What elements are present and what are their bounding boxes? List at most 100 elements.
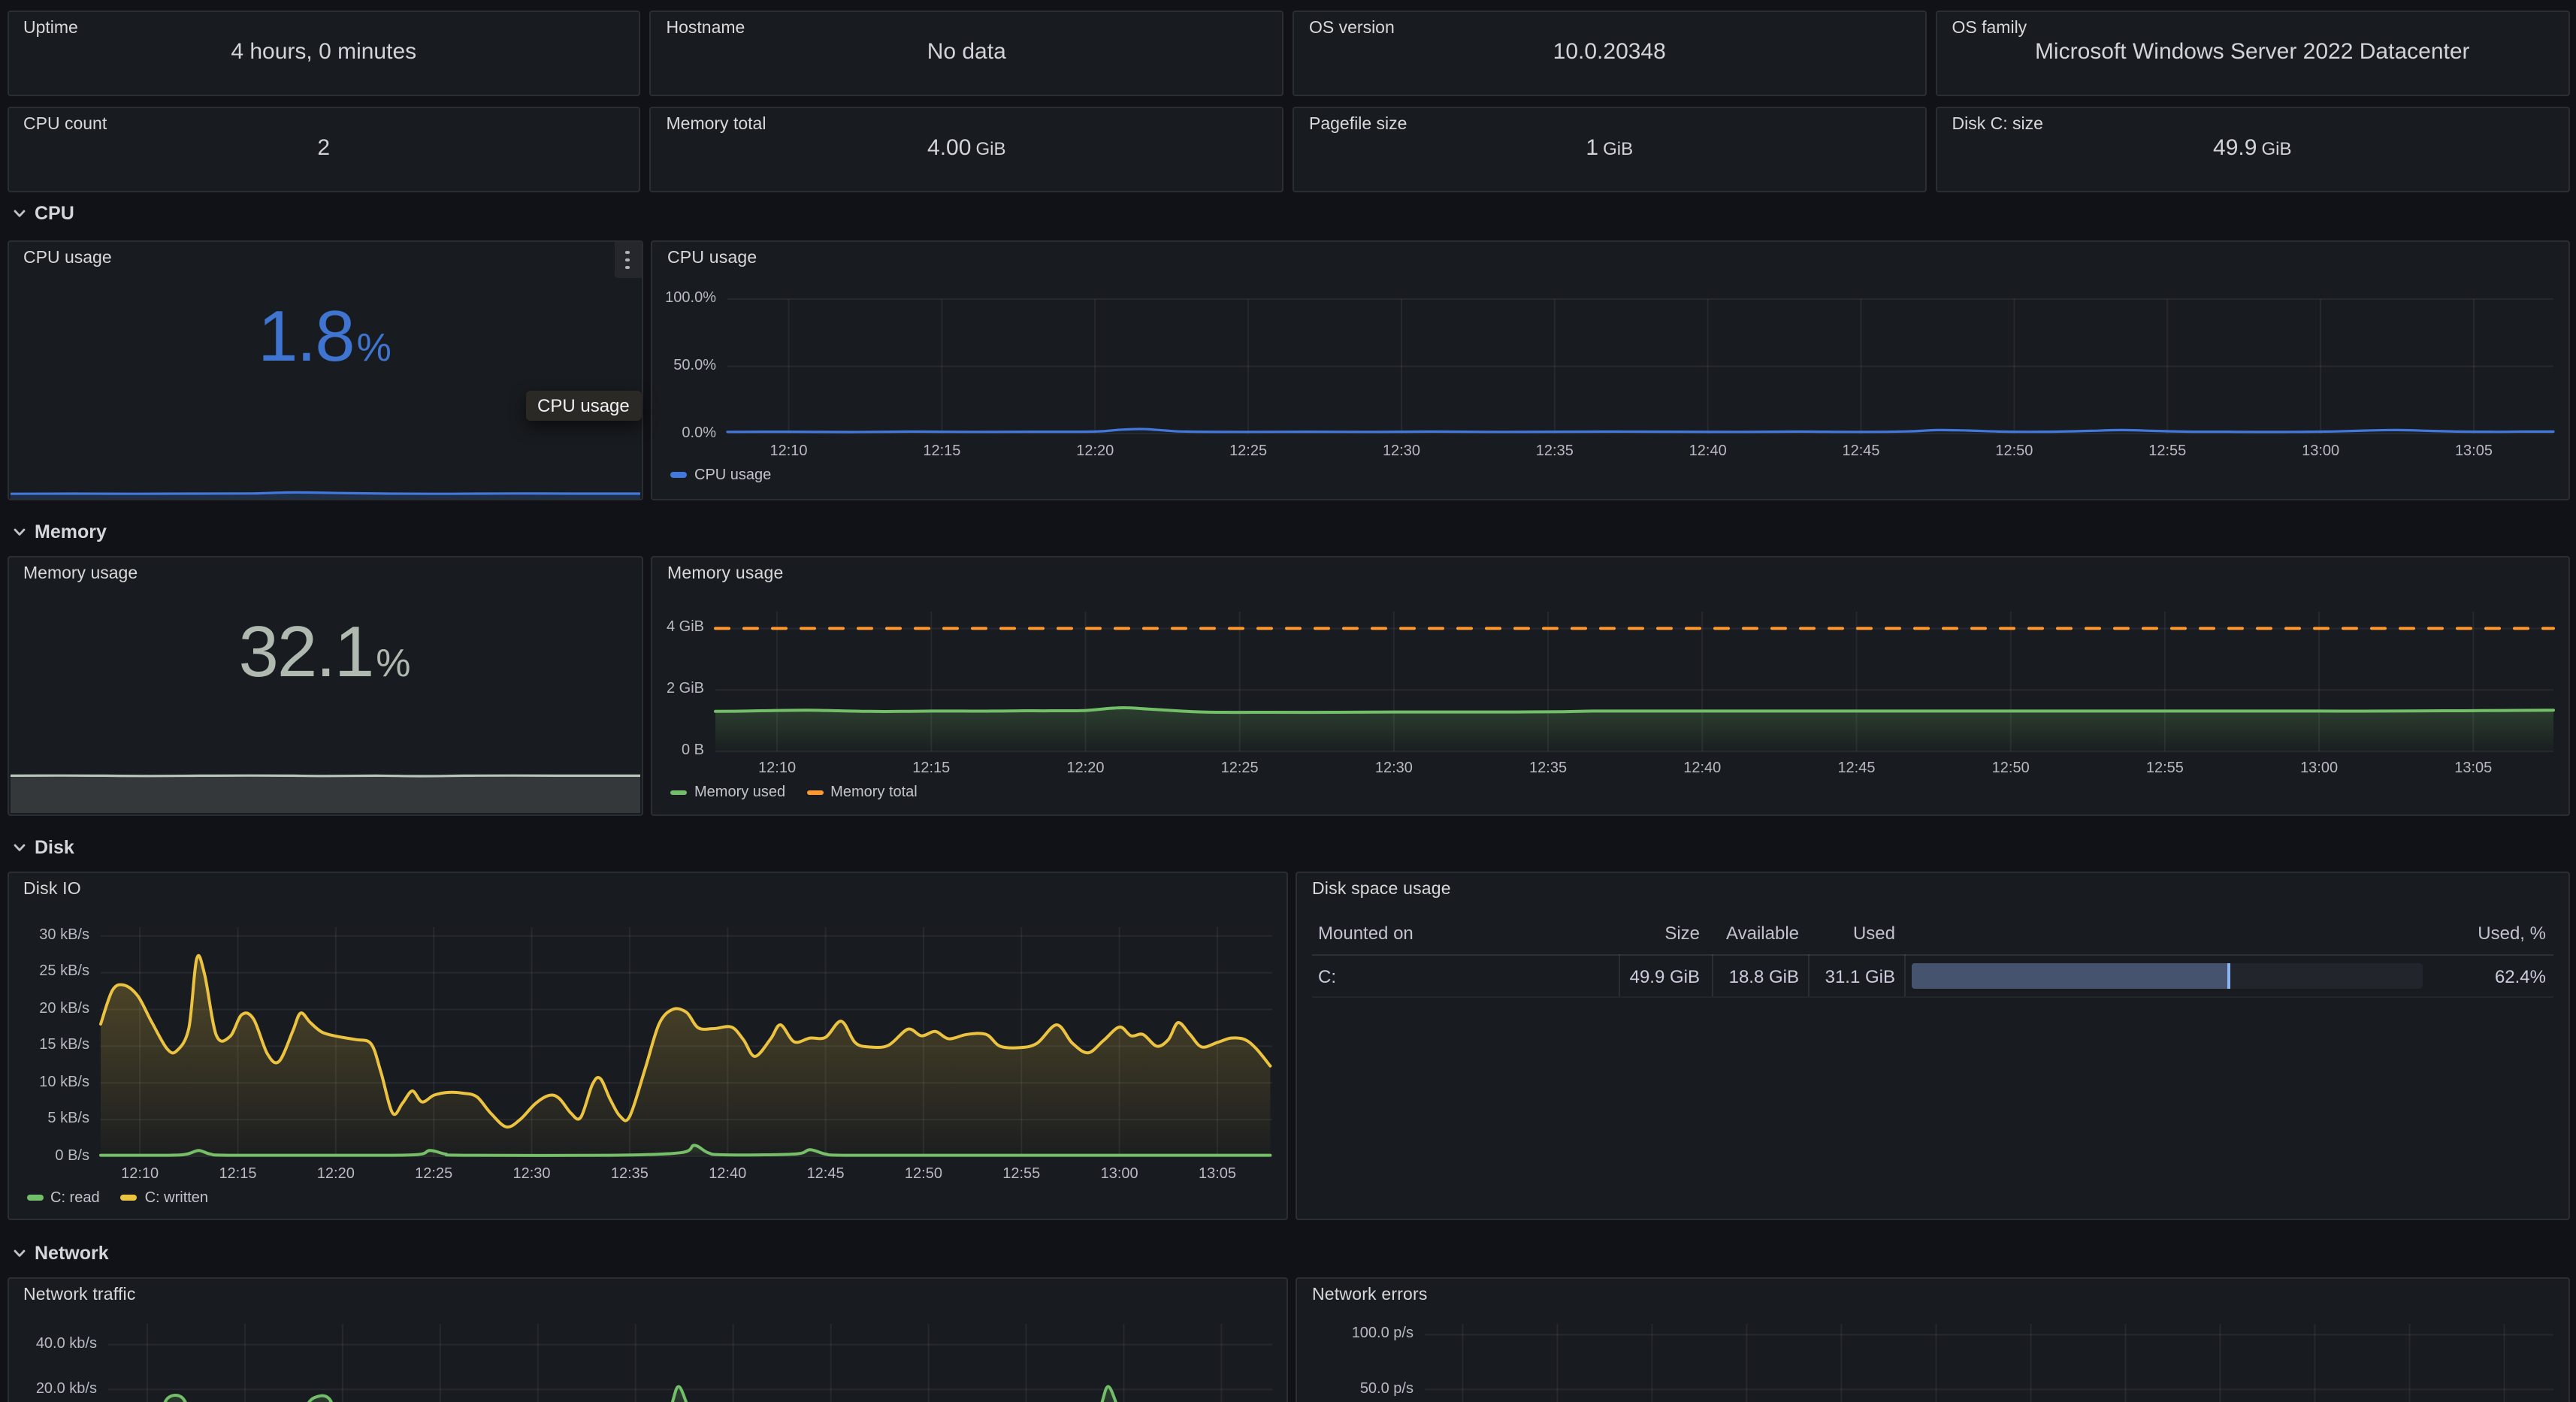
x-axis-tick-label: 12:10 — [95, 1165, 185, 1182]
memory-usage-chart[interactable]: 12:1012:1512:2012:2512:3012:3512:4012:45… — [652, 557, 2568, 814]
x-axis-tick-label: 12:15 — [896, 443, 987, 459]
cpu-usage-chart[interactable]: 12:1012:1512:2012:2512:3012:3512:4012:45… — [652, 242, 2568, 498]
chart-legend: Memory used Memory total — [670, 784, 918, 801]
panel-title: Disk IO — [23, 881, 81, 899]
chevron-down-icon — [12, 840, 27, 855]
network-errors-chart[interactable]: 100.0 p/s 50.0 p/s — [1297, 1279, 2568, 1402]
stat-panel-disk-c-size: Disk C: size49.9GiB — [1936, 106, 2570, 192]
legend-label: CPU usage — [694, 467, 771, 483]
cpu-usage-chart-panel: CPU usage 12:1012:1512:2012:2512:3012:35… — [651, 240, 2569, 500]
legend-item-c-written[interactable]: C: written — [121, 1189, 208, 1206]
disk-io-chart[interactable]: 12:1012:1512:2012:2512:3012:3512:4012:45… — [8, 873, 1286, 1218]
x-axis-tick-label: 12:40 — [682, 1165, 772, 1182]
x-axis-tick-label: 12:50 — [1969, 443, 2059, 459]
y-axis-tick-label: 50.0 p/s — [1360, 1380, 1413, 1397]
y-axis-tick-label: 5 kB/s — [47, 1110, 89, 1127]
x-axis-tick-label: 12:20 — [291, 1165, 381, 1182]
section-header-memory[interactable]: Memory — [12, 518, 107, 545]
legend-item-c-read[interactable]: C: read — [26, 1189, 100, 1206]
bar-gauge-edge — [2227, 962, 2230, 988]
col-header-used-pct[interactable]: Used, % — [2349, 923, 2546, 944]
stat-value: 4 hours, 0 minutes — [17, 38, 630, 91]
cell-used: 31.1 GiB — [1808, 965, 1895, 987]
y-axis-tick-label: 25 kB/s — [39, 964, 89, 980]
stat-value: 1GiB — [1303, 134, 1916, 187]
panel-menu-button[interactable] — [614, 242, 641, 278]
y-axis-tick-label: 20 kB/s — [39, 1000, 89, 1017]
section-label: Memory — [35, 521, 107, 542]
x-axis-tick-label: 12:55 — [976, 1165, 1066, 1182]
y-axis-tick-label: 20.0 kb/s — [36, 1380, 97, 1397]
network-traffic-chart[interactable]: 12:1012:1512:2012:2512:3012:3512:4012:45… — [8, 1279, 1286, 1402]
series-area-c-written — [101, 956, 1270, 1156]
y-axis-tick-label: 0 B/s — [55, 1147, 89, 1164]
memory-usage-sparkline — [10, 770, 639, 812]
series-line-cpu-usage — [10, 491, 639, 493]
stat-value-text: 1 — [1586, 134, 1598, 160]
stat-value-text: Microsoft Windows Server 2022 Datacenter — [2035, 38, 2470, 64]
x-axis-tick-label: 12:45 — [1816, 443, 1906, 459]
panel-title: Disk space usage — [1312, 881, 1451, 899]
cpu-usage-value: 1.8 % — [17, 296, 632, 474]
stat-panel-cpu-count: CPU count2 — [7, 106, 641, 192]
stat-value-unit: GiB — [1603, 137, 1633, 159]
y-axis-tick-label: 4 GiB — [667, 619, 704, 636]
col-header-available[interactable]: Available — [1712, 923, 1799, 944]
y-axis-tick-label: 100.0% — [665, 290, 716, 307]
x-axis-tick-label: 12:20 — [1050, 443, 1140, 459]
chart-legend: C: read C: written — [26, 1189, 208, 1206]
stat-title: Uptime — [23, 19, 78, 37]
series-area-memory-usage — [10, 775, 639, 812]
legend-swatch — [26, 1195, 43, 1201]
stat-panel-memory-total: Memory total4.00GiB — [650, 106, 1284, 192]
legend-label: Memory used — [694, 784, 785, 801]
x-axis-tick-label: 12:40 — [1657, 760, 1747, 777]
table-row-divider — [1312, 996, 2553, 997]
column-divider — [1618, 954, 1619, 996]
x-axis-tick-label: 12:10 — [732, 760, 822, 777]
section-header-disk[interactable]: Disk — [12, 834, 74, 861]
cell-mounted-on: C: — [1318, 965, 1336, 987]
y-axis-tick-label: 50.0% — [673, 358, 716, 374]
legend-swatch — [121, 1195, 138, 1201]
stat-value-text: 49.9 — [2213, 134, 2257, 160]
legend-label: C: written — [145, 1189, 208, 1206]
y-axis-tick-label: 10 kB/s — [39, 1074, 89, 1090]
stat-value-text: 4.00 — [927, 134, 971, 160]
disk-space-usage-panel: Disk space usage Mounted on Size Availab… — [1296, 872, 2569, 1219]
x-axis-tick-label: 12:55 — [2122, 443, 2212, 459]
panel-title: CPU usage — [23, 249, 112, 267]
stat-title: CPU count — [23, 115, 107, 133]
col-header-size[interactable]: Size — [1537, 923, 1700, 944]
stat-title: Pagefile size — [1309, 115, 1407, 133]
y-axis-tick-label: 2 GiB — [667, 681, 704, 697]
cpu-usage-spark-svg — [10, 480, 639, 498]
stat-value-text: 4 hours, 0 minutes — [231, 38, 416, 64]
disk-io-chart-panel: Disk IO 12:1012:1512:2012:2512:3012:3512… — [7, 872, 1288, 1219]
legend-item-memory-used[interactable]: Memory used — [670, 784, 785, 801]
x-axis-tick-label: 12:45 — [781, 1165, 871, 1182]
x-axis-tick-label: 13:00 — [2275, 443, 2366, 459]
stat-value-unit: GiB — [2261, 137, 2291, 159]
section-header-network[interactable]: Network — [12, 1240, 109, 1267]
y-axis-tick-label: 100.0 p/s — [1352, 1326, 1413, 1343]
stat-panel-os-version: OS version10.0.20348 — [1293, 10, 1927, 95]
legend-label: Memory total — [830, 784, 918, 801]
stat-title: OS version — [1309, 19, 1395, 37]
used-pct-bar-gauge — [1912, 962, 2423, 988]
col-header-used[interactable]: Used — [1808, 923, 1895, 944]
col-header-mounted-on[interactable]: Mounted on — [1318, 923, 1413, 944]
x-axis-tick-label: 13:05 — [2428, 760, 2518, 777]
x-axis-tick-label: 12:35 — [585, 1165, 675, 1182]
bar-gauge-fill — [1912, 962, 2230, 988]
x-axis-tick-label: 12:25 — [389, 1165, 479, 1182]
y-axis-tick-label: 0.0% — [682, 425, 716, 441]
section-label: Network — [35, 1243, 109, 1264]
y-axis-tick-label: 30 kB/s — [39, 927, 89, 944]
cpu-usage-stat-panel: CPU usage 1.8 % CPU usage — [7, 240, 642, 500]
legend-item-cpu-usage[interactable]: CPU usage — [670, 467, 771, 483]
chevron-down-icon — [12, 205, 27, 220]
series-area-memory-used — [715, 708, 2553, 751]
legend-item-memory-total[interactable]: Memory total — [806, 784, 918, 801]
section-header-cpu[interactable]: CPU — [12, 199, 74, 226]
